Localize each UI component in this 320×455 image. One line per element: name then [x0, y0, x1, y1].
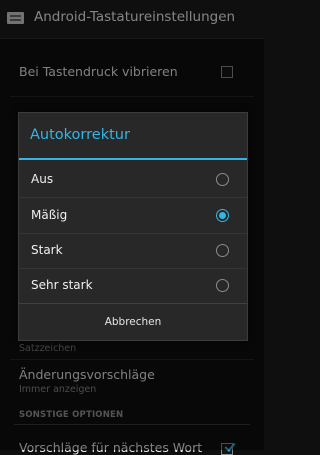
option-maessig[interactable]: Mäßig	[19, 198, 247, 233]
radio-button[interactable]	[216, 173, 229, 186]
radio-button[interactable]	[216, 279, 229, 292]
option-label: Stark	[31, 243, 63, 257]
radio-button[interactable]	[216, 244, 229, 257]
option-sehr-stark[interactable]: Sehr stark	[19, 268, 247, 303]
option-label: Sehr stark	[31, 278, 93, 292]
option-stark[interactable]: Stark	[19, 233, 247, 268]
dialog-title: Autokorrektur	[30, 127, 130, 143]
cancel-button[interactable]: Abbrechen	[19, 304, 247, 340]
option-label: Aus	[31, 172, 54, 186]
dialog-title-divider	[19, 158, 247, 160]
autocorrect-dialog: Autokorrektur Aus Mäßig Stark Sehr stark…	[18, 112, 248, 341]
option-aus[interactable]: Aus	[19, 162, 247, 197]
option-label: Mäßig	[31, 208, 68, 222]
radio-button-selected[interactable]	[216, 209, 229, 222]
